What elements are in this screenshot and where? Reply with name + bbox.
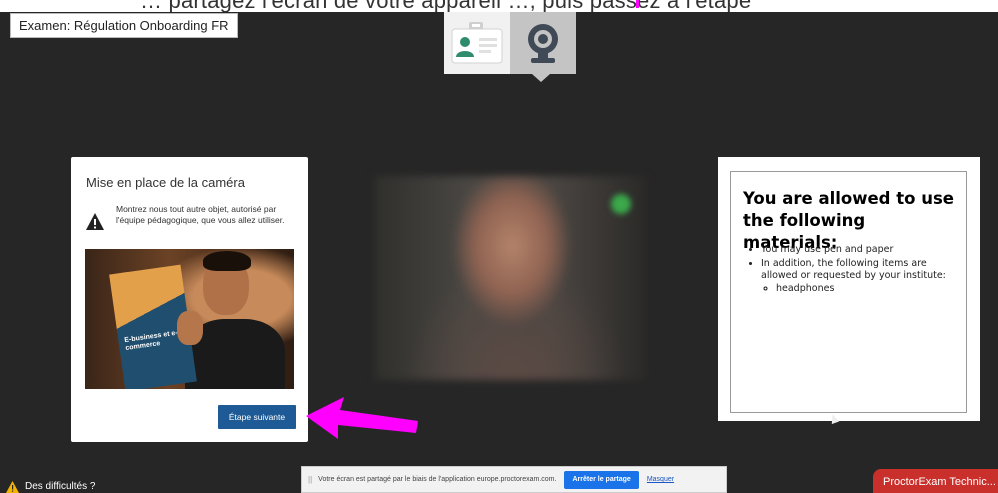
warning-icon	[6, 480, 19, 493]
step-webcam[interactable]	[510, 12, 576, 74]
screen-share-text: Votre écran est partagé par le biais de …	[318, 476, 557, 483]
drag-handle-icon[interactable]: ||	[308, 475, 312, 484]
top-instruction-banner: … partagez l'écran de votre appareil …, …	[0, 0, 998, 12]
screen-share-bar: || Votre écran est partagé par le biais …	[301, 466, 727, 493]
material-item-institute-text: In addition, the following items are all…	[761, 257, 946, 282]
warning-icon	[86, 213, 104, 230]
step-id-card[interactable]	[444, 12, 510, 74]
example-webcam-image: E-business et e-commerce	[85, 249, 294, 389]
camera-status-indicator	[611, 194, 631, 214]
material-subitem-headphones: headphones	[776, 283, 961, 296]
step-tabs	[444, 12, 576, 74]
text-cursor-mark	[636, 0, 639, 8]
materials-sublist: headphones	[776, 283, 961, 296]
active-step-pointer	[532, 74, 550, 82]
pink-arrow-annotation	[306, 397, 418, 439]
materials-list: You may use pen and paper In addition, t…	[761, 244, 961, 296]
person-hand	[177, 311, 203, 345]
stop-sharing-button[interactable]: Arrêter le partage	[564, 470, 639, 489]
material-item-institute: In addition, the following items are all…	[761, 258, 961, 296]
allowed-materials-box: You are allowed to use the following mat…	[730, 171, 967, 413]
proctorexam-support-tab[interactable]: ProctorExam Technic...	[873, 469, 998, 493]
difficulty-help-link[interactable]: Des difficultés ?	[6, 480, 95, 493]
id-card-icon	[451, 22, 503, 64]
camera-instruction: Montrez nous tout autre objet, autorisé …	[116, 204, 285, 225]
next-step-button[interactable]: Étape suivante	[218, 405, 296, 429]
camera-setup-card: Mise en place de la caméra Montrez nous …	[71, 157, 308, 442]
allowed-materials-panel: You are allowed to use the following mat…	[718, 157, 980, 421]
hide-link[interactable]: Masquer	[647, 476, 674, 483]
exam-title: Examen: Régulation Onboarding FR	[10, 13, 238, 38]
banner-text: … partagez l'écran de votre appareil …, …	[140, 0, 751, 12]
person-hair	[203, 251, 251, 271]
webcam-video-feed	[374, 176, 646, 380]
webcam-icon	[528, 24, 558, 63]
camera-setup-title: Mise en place de la caméra	[86, 175, 245, 190]
material-item-pen: You may use pen and paper	[761, 244, 961, 257]
difficulty-label: Des difficultés ?	[25, 481, 96, 492]
